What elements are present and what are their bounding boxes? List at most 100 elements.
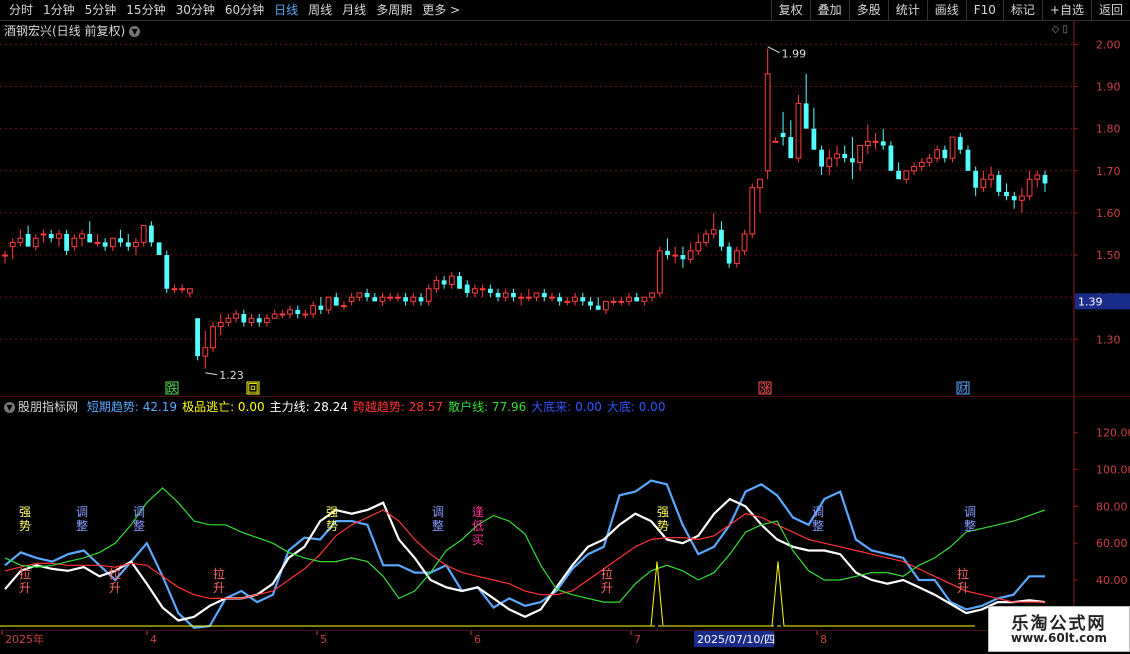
candle-body	[980, 178, 987, 189]
signal-annotation-char: 低	[472, 519, 484, 533]
period-tab[interactable]: 更多 >	[417, 0, 465, 20]
chevron-down-icon[interactable]: ▼	[4, 402, 15, 413]
y-tick-label: 1.30	[1096, 333, 1121, 346]
signal-annotation-char: 升	[213, 581, 225, 595]
period-tab[interactable]: 日线	[269, 0, 303, 20]
signal-annotation-char: 买	[472, 533, 484, 547]
candle-body	[811, 128, 817, 150]
window-icon[interactable]: ▯	[1062, 24, 1068, 35]
candle-body	[965, 149, 971, 171]
y-tick-label: 60.00	[1096, 537, 1128, 550]
toolbar-button[interactable]: 复权	[770, 0, 810, 20]
candle-body	[9, 241, 16, 248]
indicator-panel[interactable]: 20.0040.0060.0080.00100.00120.00强势调整调整拉升…	[0, 396, 1130, 630]
indicator-title: 股朋指标网	[18, 400, 79, 414]
y-tick-label: 1.50	[1096, 249, 1121, 262]
signal-annotation-char: 强	[19, 505, 31, 519]
period-tab[interactable]: 30分钟	[171, 0, 220, 20]
candle-body	[195, 318, 200, 357]
candle-body	[780, 132, 786, 138]
period-tab[interactable]: 15分钟	[121, 0, 170, 20]
candle-body	[133, 241, 139, 248]
candle-body	[819, 149, 824, 167]
candle-body	[680, 255, 686, 260]
candle-body	[1004, 191, 1009, 197]
toolbar-button[interactable]: F10	[965, 0, 1003, 20]
candle-body	[187, 288, 193, 294]
legend-item: 大底来: 0.00	[531, 400, 602, 414]
candle-body	[795, 102, 802, 159]
candle-body	[341, 305, 347, 308]
candle-body	[148, 225, 154, 243]
toolbar-button[interactable]: 标记	[1002, 0, 1042, 20]
candle-body	[687, 250, 694, 260]
signal-annotation-char: 整	[964, 518, 976, 533]
indicator-chart[interactable]: 20.0040.0060.0080.00100.00120.00强势调整调整拉升…	[0, 396, 1130, 630]
candle-body	[210, 326, 216, 349]
period-tab[interactable]: 5分钟	[80, 0, 122, 20]
candle-body	[156, 242, 162, 256]
diamond-icon[interactable]: ◇	[1052, 24, 1060, 35]
signal-annotation-char: 整	[133, 518, 145, 533]
indicator-series-line	[4, 487, 1046, 603]
stock-title[interactable]: 酒钢宏兴(日线 前复权) ▼	[4, 22, 141, 39]
candlestick-chart[interactable]: 1.301.401.501.601.701.801.902.001.991.23…	[0, 21, 1130, 396]
candle-body	[448, 275, 455, 286]
toolbar-button[interactable]: 叠加	[809, 0, 849, 20]
candle-body	[325, 296, 332, 311]
candle-body	[772, 140, 779, 143]
main-chart-panel[interactable]: 1.301.401.501.601.701.801.902.001.991.23…	[0, 21, 1130, 396]
panel-icons: ◇ ▯	[1052, 24, 1068, 35]
period-tab[interactable]: 分时	[4, 0, 38, 20]
timeline-axis: 2025年 4 5 6 7 8 2025/07/10/四	[0, 629, 1130, 650]
candle-body	[2, 254, 8, 257]
signal-marker: 财	[958, 381, 969, 395]
candle-body	[803, 103, 809, 129]
cursor-date-label: 2025/07/10/四	[697, 633, 775, 646]
toolbar-button[interactable]: 统计	[887, 0, 927, 20]
candle-body	[672, 254, 679, 257]
candle-body	[25, 233, 31, 247]
signal-annotation: 调整	[812, 505, 824, 533]
period-tab[interactable]: 月线	[337, 0, 371, 20]
candle-body	[1026, 178, 1033, 197]
timeline-label: 8	[820, 633, 827, 646]
legend-item: 极品逃亡: 0.00	[182, 400, 265, 414]
candle-body	[580, 297, 586, 302]
candle-body	[949, 136, 956, 159]
candle-body	[850, 158, 855, 163]
legend-item: 跨越趋势: 28.57	[352, 400, 444, 414]
toolbar-button[interactable]: +自选	[1041, 0, 1091, 20]
candle-body	[749, 187, 756, 235]
legend-item: 大底: 0.00	[606, 400, 666, 414]
toolbar-button[interactable]: 多股	[848, 0, 888, 20]
signal-annotation-char: 升	[601, 581, 613, 595]
toolbar-button[interactable]: 画线	[926, 0, 966, 20]
period-tab[interactable]: 60分钟	[220, 0, 269, 20]
signal-annotation-char: 调	[964, 505, 976, 519]
tool-buttons: 复权 叠加 多股 统计 画线 F10 标记 +自选 返回	[770, 0, 1130, 20]
candle-body	[102, 242, 108, 247]
indicator-series-line	[4, 509, 1045, 603]
candle-body	[302, 313, 309, 316]
candle-body	[410, 296, 417, 302]
candle-body	[880, 141, 886, 146]
period-tab[interactable]: 周线	[303, 0, 337, 20]
candle-body	[741, 233, 748, 252]
chevron-down-icon[interactable]: ▼	[129, 26, 141, 37]
y-tick-label: 100.00	[1096, 464, 1130, 477]
toolbar-button[interactable]: 返回	[1090, 0, 1130, 20]
legend-item: 短期趋势: 42.19	[86, 400, 178, 414]
signal-annotation-char: 势	[19, 519, 31, 533]
timeline-label: 6	[474, 633, 481, 646]
period-tab[interactable]: 1分钟	[38, 0, 80, 20]
candle-body	[1034, 174, 1041, 180]
period-tab[interactable]: 多周期	[371, 0, 417, 20]
candle-body	[64, 233, 70, 251]
candle-body	[957, 137, 963, 150]
candle-body	[726, 246, 732, 264]
signal-annotation-char: 调	[133, 505, 145, 519]
signal-annotation: 调整	[964, 505, 976, 533]
candle-body	[495, 292, 501, 298]
signal-marker: 涨	[760, 382, 771, 395]
